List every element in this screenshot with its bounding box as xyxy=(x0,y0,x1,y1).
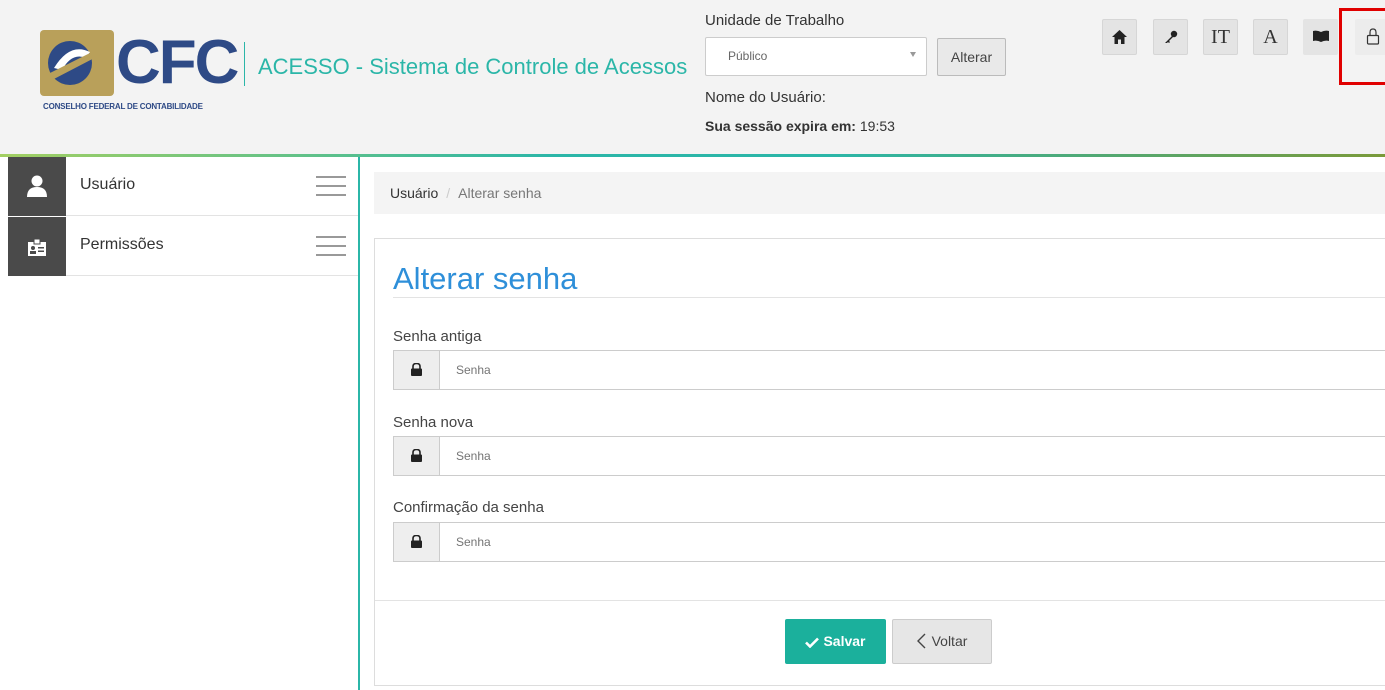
check-icon xyxy=(805,637,820,649)
unit-select-value: Público xyxy=(728,49,768,63)
sidebar-divider xyxy=(358,157,360,690)
title-divider xyxy=(393,297,1385,298)
session-expiry: Sua sessão expira em: 19:53 xyxy=(705,118,895,134)
cfc-logo[interactable]: CFC CONSELHO FEDERAL DE CONTABILIDADE xyxy=(38,28,239,114)
home-button[interactable] xyxy=(1102,19,1137,55)
header-separator xyxy=(244,42,245,86)
hamburger-menu-icon[interactable] xyxy=(316,236,346,256)
session-time: 19:53 xyxy=(859,118,895,134)
logo-text: CFC xyxy=(116,28,239,97)
hamburger-menu-icon[interactable] xyxy=(316,176,346,196)
confirm-password-label: Confirmação da senha xyxy=(393,499,544,516)
breadcrumb-parent-link[interactable]: Usuário xyxy=(390,185,438,201)
confirm-password-input[interactable] xyxy=(440,523,1385,561)
key-icon xyxy=(1164,30,1177,43)
input-addon xyxy=(394,437,440,475)
old-password-input[interactable] xyxy=(440,351,1385,389)
old-password-group xyxy=(393,350,1385,390)
user-name-label: Nome do Usuário: xyxy=(705,89,826,106)
text-size-icon: IT xyxy=(1211,26,1230,48)
home-icon xyxy=(1112,30,1127,44)
chevron-down-icon xyxy=(910,52,916,57)
chevron-left-icon xyxy=(916,633,926,649)
page-title: Alterar senha xyxy=(393,261,578,296)
font-icon: A xyxy=(1263,26,1278,48)
lock-icon xyxy=(411,535,422,548)
key-button[interactable] xyxy=(1153,19,1188,55)
save-button-label: Salvar xyxy=(823,633,866,649)
lock-icon xyxy=(411,449,422,462)
sidebar-item-label: Permissões xyxy=(80,236,164,253)
back-button[interactable]: Voltar xyxy=(892,619,992,664)
footer-divider xyxy=(375,600,1385,601)
logo-subtitle: CONSELHO FEDERAL DE CONTABILIDADE xyxy=(43,102,203,111)
text-size-button[interactable]: IT xyxy=(1203,19,1238,55)
change-password-panel: Alterar senha Senha antiga Senha nova Co… xyxy=(374,238,1385,686)
id-card-icon xyxy=(28,238,46,256)
sidebar: Usuário Permissões xyxy=(0,157,358,690)
highlight-box xyxy=(1339,8,1385,85)
breadcrumb: Usuário / Alterar senha xyxy=(374,172,1385,214)
save-button[interactable]: Salvar xyxy=(785,619,886,664)
app-title: ACESSO - Sistema de Controle de Acessos xyxy=(258,54,688,79)
unit-label: Unidade de Trabalho xyxy=(705,12,845,29)
unit-select[interactable]: Público xyxy=(705,37,927,76)
user-icon xyxy=(27,175,47,197)
input-addon xyxy=(394,351,440,389)
cfc-emblem-icon xyxy=(40,30,114,96)
book-button[interactable] xyxy=(1303,19,1338,55)
back-button-label: Voltar xyxy=(931,633,968,649)
breadcrumb-current: Alterar senha xyxy=(458,185,542,201)
new-password-group xyxy=(393,436,1385,476)
new-password-input[interactable] xyxy=(440,437,1385,475)
sidebar-icon-box xyxy=(8,217,66,276)
confirm-password-group xyxy=(393,522,1385,562)
breadcrumb-separator: / xyxy=(446,185,451,201)
sidebar-item-permissoes[interactable]: Permissões xyxy=(8,217,358,276)
sidebar-item-label: Usuário xyxy=(80,176,136,193)
header: CFC CONSELHO FEDERAL DE CONTABILIDADE AC… xyxy=(0,0,1385,156)
lock-icon xyxy=(411,363,422,376)
session-label: Sua sessão expira em: xyxy=(705,118,856,134)
book-icon xyxy=(1312,30,1329,42)
font-button[interactable]: A xyxy=(1253,19,1288,55)
input-addon xyxy=(394,523,440,561)
sidebar-item-usuario[interactable]: Usuário xyxy=(8,157,358,216)
old-password-label: Senha antiga xyxy=(393,328,482,345)
change-unit-button[interactable]: Alterar xyxy=(937,38,1006,76)
sidebar-icon-box xyxy=(8,157,66,216)
new-password-label: Senha nova xyxy=(393,414,474,431)
